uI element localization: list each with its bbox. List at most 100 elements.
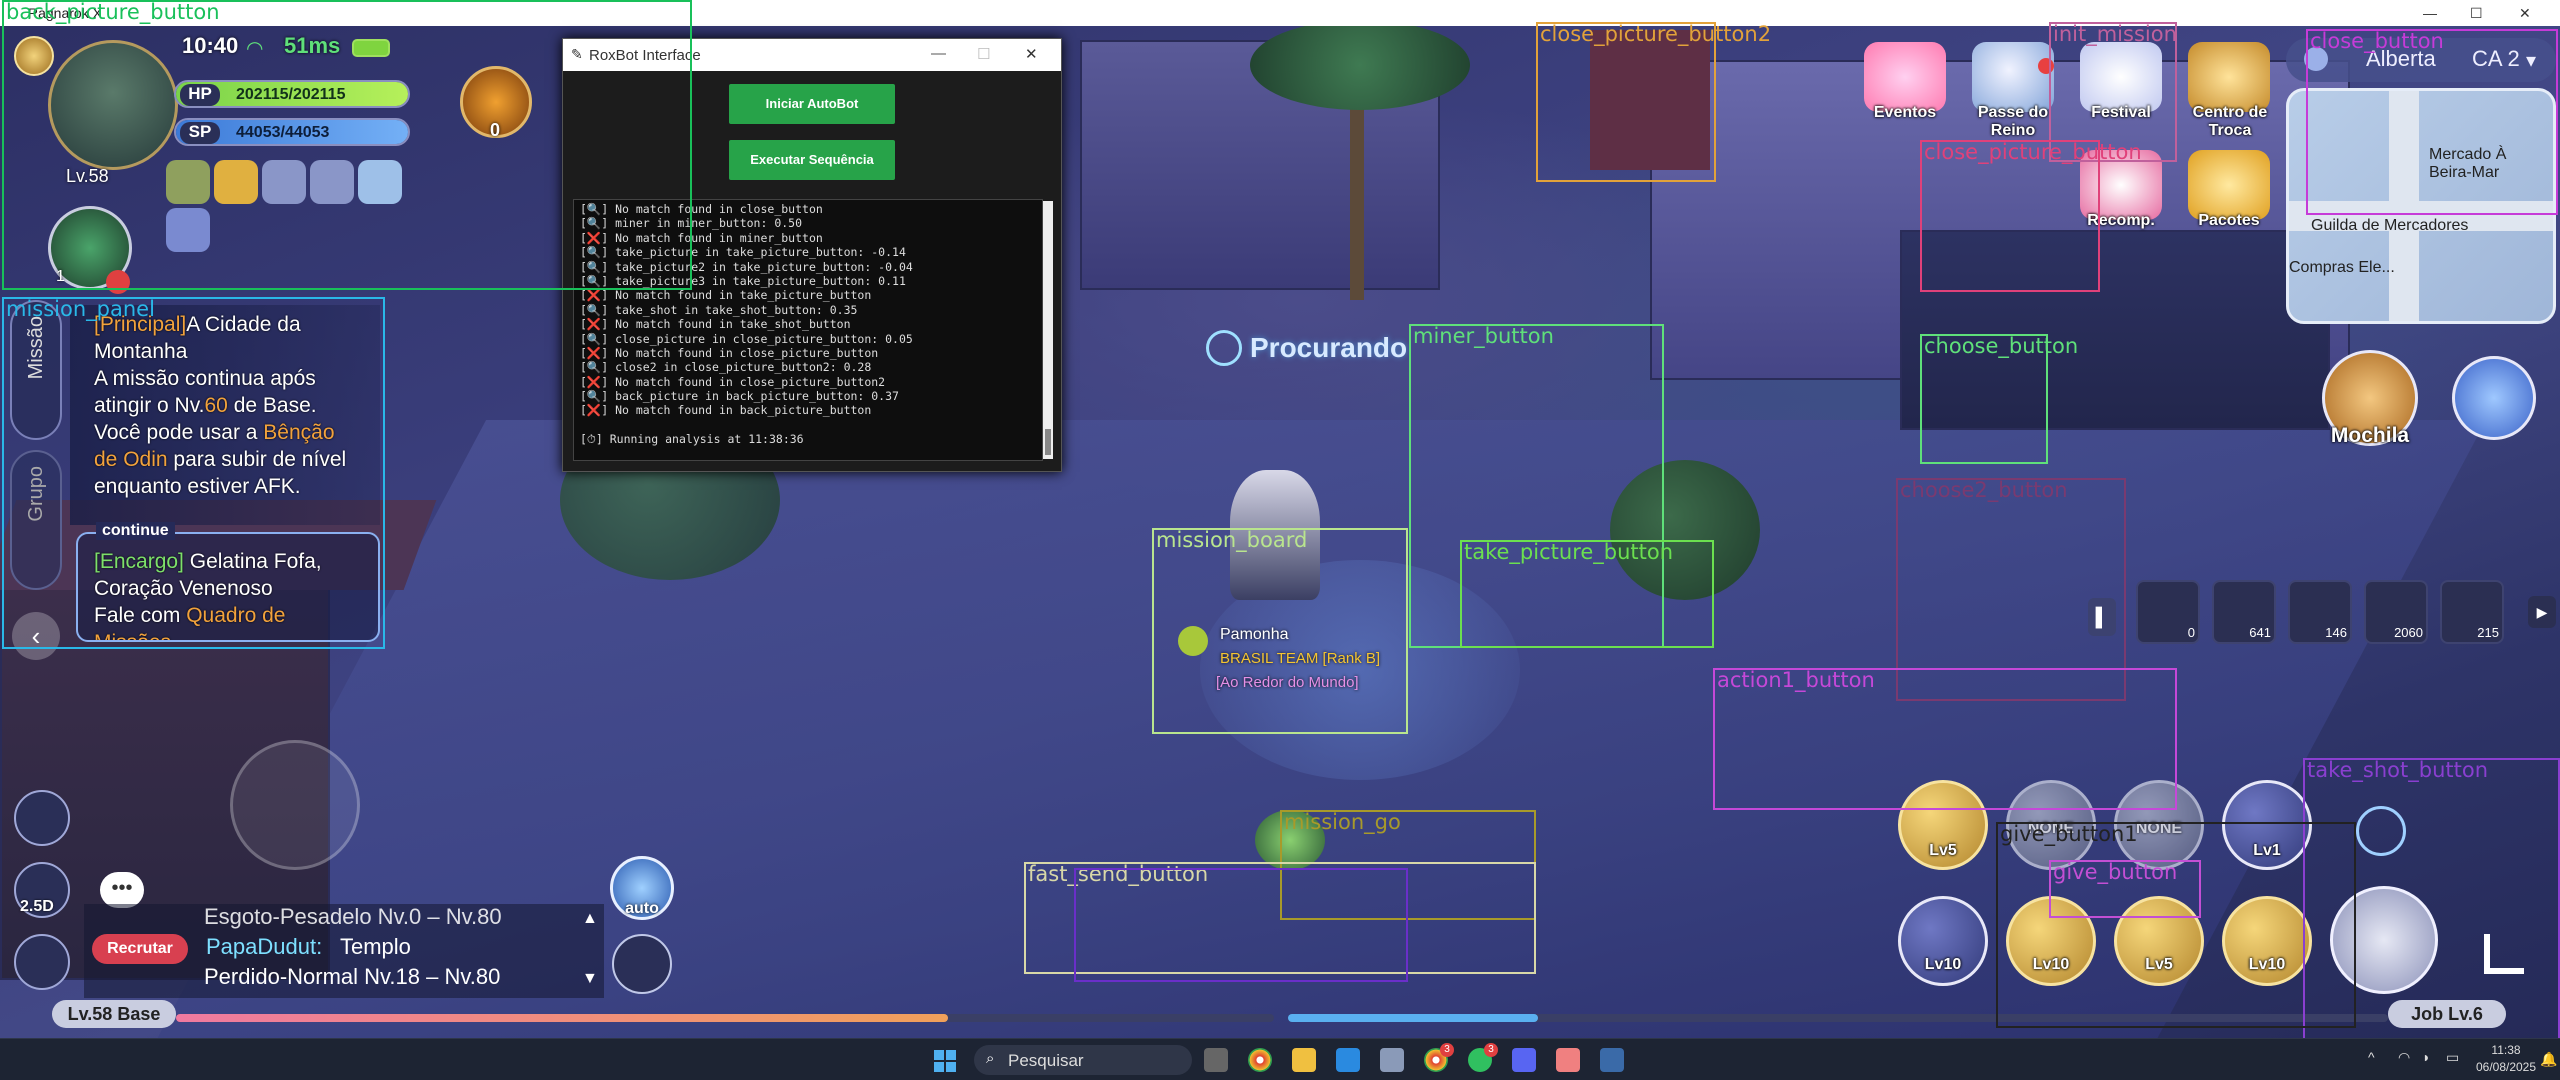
start-autobot-button[interactable]: Iniciar AutoBot [729, 84, 895, 124]
chat-scroll-up-icon[interactable]: ▲ [582, 910, 598, 928]
log-line: [🔍] back_picture in back_picture_button:… [580, 389, 899, 404]
run-sequence-button[interactable]: Executar Sequência [729, 140, 895, 180]
detection-label: close_picture_button [1924, 140, 2142, 164]
item-count: 215 [2477, 625, 2499, 640]
start-button[interactable] [934, 1050, 956, 1072]
log-line: [❌] No match found in back_picture_butto… [580, 403, 872, 418]
roxbot-close-button[interactable]: ✕ [1025, 45, 1038, 63]
detection-label: choose_button [1924, 334, 2079, 358]
chat-line-3: Perdido-Normal Nv.18 – Nv.80 [204, 964, 501, 989]
detection-label: take_picture_button [1464, 540, 1674, 564]
taskbar-search[interactable]: ⌕ Pesquisar [974, 1045, 1192, 1075]
detection-box: mission_panel [2, 297, 385, 649]
notification-badge: 3 [1484, 1043, 1498, 1057]
base-exp-bar [176, 1014, 1274, 1022]
minimize-button[interactable]: — [2423, 5, 2437, 21]
season-pass-icon[interactable] [1972, 42, 2054, 112]
detection-label: close_picture_button2 [1540, 22, 1772, 46]
backpack-label: Mochila [2330, 424, 2410, 447]
vscode-icon[interactable] [1336, 1048, 1360, 1072]
detection-label: miner_button [1413, 324, 1554, 348]
searching-text: Procurando [1250, 332, 1408, 363]
ragnarok-app-icon[interactable] [1556, 1048, 1580, 1072]
gift-box-icon[interactable] [2452, 356, 2536, 440]
log-line: [🔍] take_shot in take_shot_button: 0.35 [580, 302, 858, 317]
tray-time[interactable]: 11:38 [2476, 1043, 2536, 1057]
item-slot-2[interactable]: 641 [2212, 580, 2276, 644]
base-exp-fill [176, 1014, 948, 1022]
roxbot-minimize-button[interactable]: — [931, 45, 946, 62]
map-poi-shops: Compras Ele... [2289, 259, 2395, 276]
log-line: [❌] No match found in take_picture_butto… [580, 288, 872, 303]
auto-battle-label: auto [625, 900, 659, 917]
chat-bubble-icon[interactable]: ••• [100, 872, 144, 908]
chrome-icon[interactable] [1248, 1048, 1272, 1072]
roxbot-log-scrollbar[interactable] [1043, 201, 1053, 459]
smiley-emote-icon[interactable] [612, 934, 672, 994]
item-slot-5[interactable]: 215 [2440, 580, 2504, 644]
detection-box: choose_button [1920, 334, 2078, 464]
search-icon: ⌕ [986, 1050, 995, 1067]
chat-user[interactable]: PapaDudut: [206, 934, 322, 960]
wifi-tray-icon[interactable]: ◠ [2398, 1049, 2410, 1066]
chat-line-2: Templo [340, 934, 411, 959]
detection-box: give_button [2049, 860, 2201, 918]
tray-chevron-icon[interactable]: ^ [2368, 1049, 2375, 1065]
map-poi-guild: Guilda de Mercadores [2311, 217, 2469, 234]
recruit-badge[interactable]: Recrutar [92, 934, 188, 964]
joystick[interactable] [230, 740, 360, 870]
palm-leaves [1250, 20, 1470, 110]
detection-box: close_button [2306, 29, 2558, 215]
emote-icon[interactable] [14, 934, 70, 990]
detection-box: take_picture_button [1460, 540, 1714, 648]
base-level-badge: Lv.58 Base [52, 1000, 176, 1028]
settings-icon[interactable] [1380, 1048, 1404, 1072]
skill-level: Lv10 [1924, 956, 1962, 973]
detection-label: close_button [2310, 29, 2444, 53]
detection-label: init_mission [2053, 22, 2177, 46]
log-line: [🔍] close_picture in close_picture_butto… [580, 331, 913, 346]
character-menu-icon[interactable] [14, 790, 70, 846]
chat-scroll-down-icon[interactable]: ▼ [582, 970, 598, 988]
skill-level: Lv5 [1929, 842, 1957, 859]
file-explorer-icon[interactable] [1292, 1048, 1316, 1072]
item-bar-next-icon[interactable]: ▶ [2528, 596, 2556, 628]
view-mode-label: 2.5D [20, 898, 54, 915]
close-window-button[interactable]: ✕ [2519, 5, 2531, 22]
item-count: 2060 [2394, 625, 2423, 640]
detection-box: close_picture_button [1920, 140, 2142, 292]
trade-center-icon[interactable] [2188, 42, 2270, 112]
detection-label: choose2_button [1900, 478, 2068, 502]
chat-box[interactable]: Esgoto-Pesadelo Nv.0 – Nv.80 Recrutar Pa… [84, 904, 604, 998]
volume-icon[interactable]: ◗ [2422, 1049, 2430, 1065]
detection-label: mission_board [1156, 528, 1308, 552]
detection-box: action1_button [1713, 668, 2177, 810]
log-line: [❌] No match found in take_shot_button [580, 317, 851, 332]
item-slot-1[interactable]: 0 [2136, 580, 2200, 644]
taskbar: ⌕ Pesquisar 3 3 ^ ◠ ◗ ▭ 11:38 06/08/2025… [0, 1038, 2560, 1080]
events-label: Eventos [1873, 104, 1937, 121]
detection-label: give_button [2053, 860, 2178, 884]
item-slot-3[interactable]: 146 [2288, 580, 2352, 644]
scrollbar-thumb[interactable] [1045, 429, 1051, 455]
job-exp-fill [1288, 1014, 1538, 1022]
task-view-icon[interactable] [1204, 1048, 1228, 1072]
log-line: [⏱] Running analysis at 11:38:36 [580, 432, 804, 447]
roxbot-maximize-button[interactable]: ☐ [977, 45, 990, 63]
python-feather-icon[interactable] [1600, 1048, 1624, 1072]
notification-badge: 3 [1440, 1043, 1454, 1057]
notification-bell-icon[interactable]: 🔔 [2540, 1051, 2557, 1068]
detection-label: mission_panel [6, 297, 155, 321]
item-slot-4[interactable]: 2060 [2364, 580, 2428, 644]
events-icon[interactable] [1864, 42, 1946, 112]
discord-icon[interactable] [1512, 1048, 1536, 1072]
chat-line-1: Esgoto-Pesadelo Nv.0 – Nv.80 [204, 904, 502, 929]
battery-tray-icon[interactable]: ▭ [2446, 1049, 2459, 1066]
maximize-button[interactable]: ☐ [2470, 5, 2483, 22]
log-line: [❌] No match found in close_picture_butt… [580, 374, 886, 389]
packs-icon[interactable] [2188, 150, 2270, 220]
item-count: 0 [2187, 625, 2195, 640]
tray-date[interactable]: 06/08/2025 [2470, 1060, 2542, 1074]
detection-label: action1_button [1717, 668, 1875, 692]
log-line: [🔍] close2 in close_picture_button2: 0.2… [580, 360, 872, 375]
